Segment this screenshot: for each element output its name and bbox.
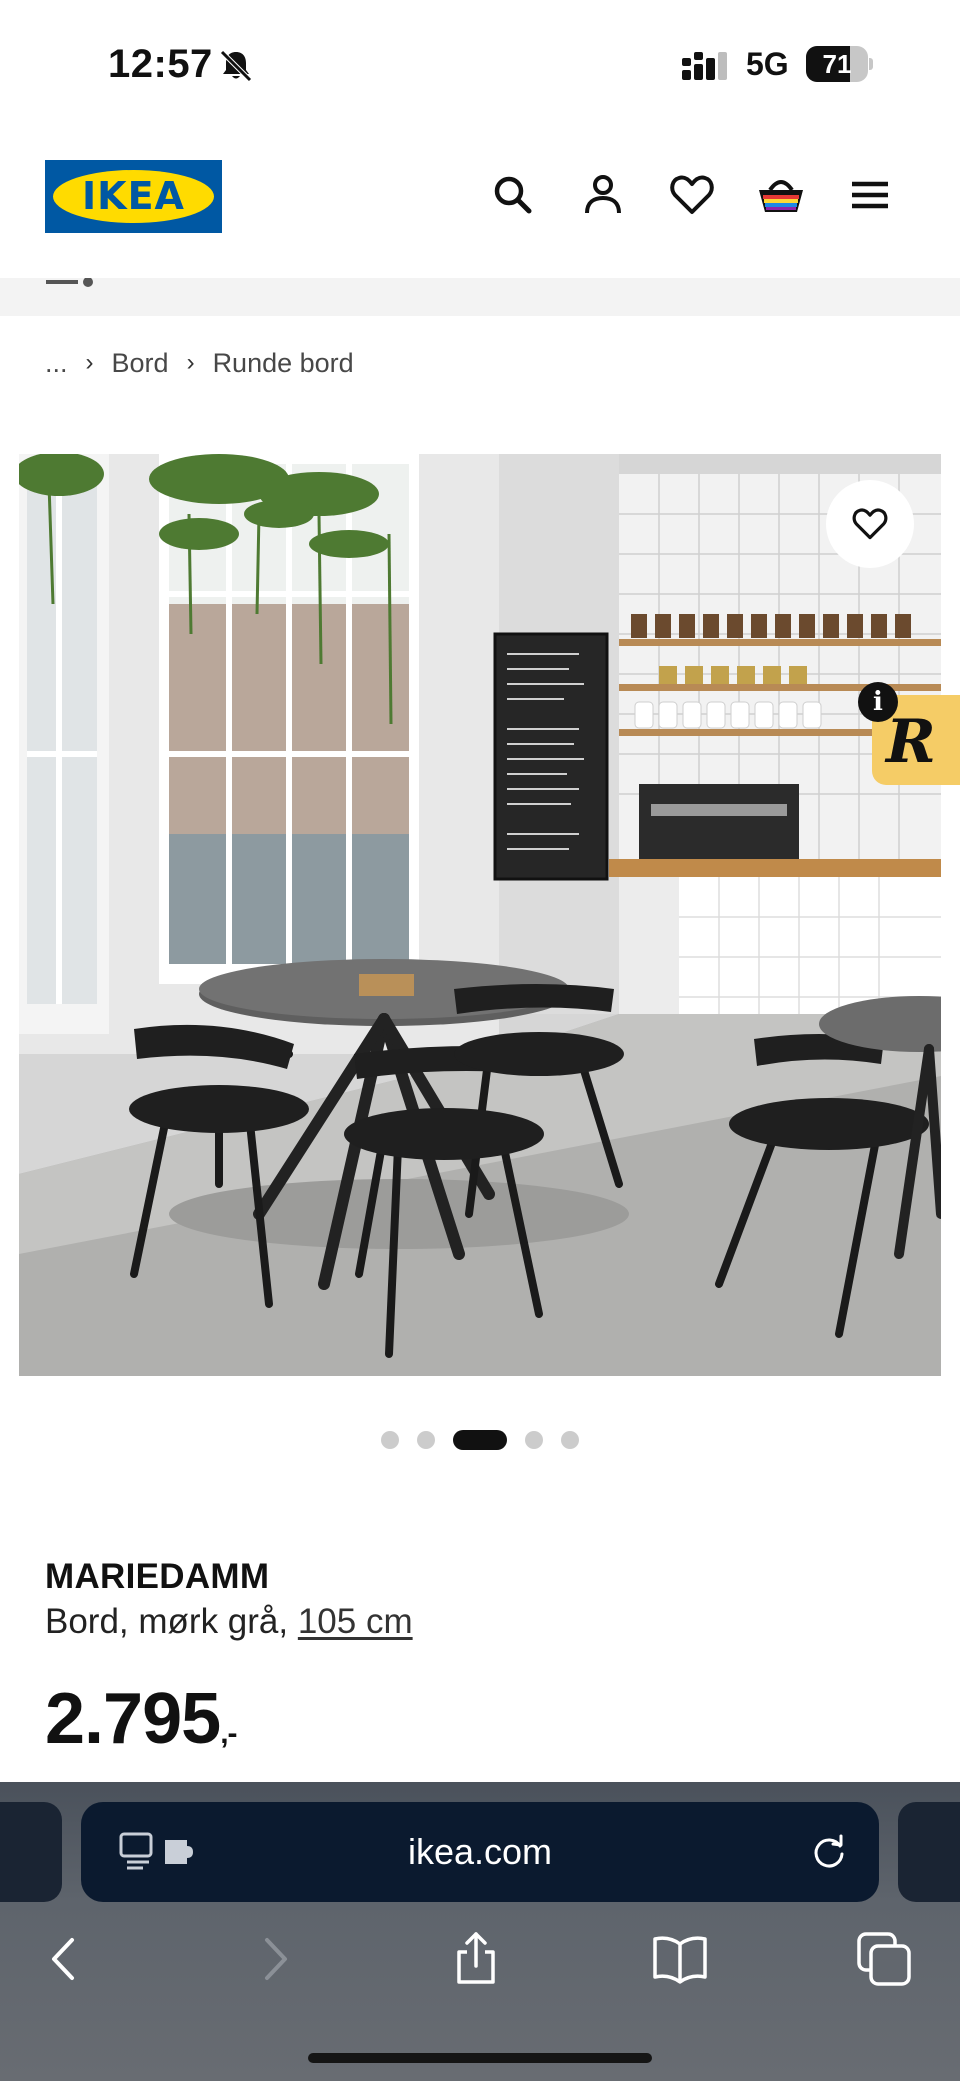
header-divider-strip bbox=[0, 278, 960, 316]
url-text: ikea.com bbox=[407, 1831, 553, 1872]
share-icon[interactable] bbox=[447, 1930, 505, 1988]
carousel-dot[interactable] bbox=[561, 1431, 579, 1449]
bell-slash-icon bbox=[220, 50, 252, 82]
battery-indicator: 71 bbox=[806, 46, 873, 82]
breadcrumb-item-runde-bord[interactable]: Runde bord bbox=[213, 348, 354, 379]
browser-toolbar: ikea.com bbox=[0, 1782, 960, 2081]
product-price: 2.795,- bbox=[45, 1678, 238, 1760]
previous-tab-preview[interactable] bbox=[0, 1802, 62, 1902]
carousel-dot-active[interactable] bbox=[453, 1430, 507, 1450]
reload-icon[interactable] bbox=[809, 1832, 849, 1872]
store-icon bbox=[46, 278, 93, 287]
status-bar: 12:57 5G 71 bbox=[0, 0, 960, 130]
heart-icon bbox=[852, 508, 888, 540]
next-tab-preview[interactable] bbox=[898, 1802, 960, 1902]
price-value: 2.795 bbox=[45, 1679, 221, 1759]
site-header: IKEA bbox=[0, 130, 960, 278]
product-description: Bord, mørk grå, 105 cm bbox=[45, 1602, 413, 1642]
chevron-right-icon: › bbox=[85, 349, 94, 376]
logo-text: IKEA bbox=[82, 174, 185, 218]
extension-badge-letter: R bbox=[886, 707, 936, 777]
info-icon[interactable]: i bbox=[858, 682, 898, 722]
tabs-icon[interactable] bbox=[855, 1930, 913, 1988]
product-image[interactable] bbox=[19, 454, 941, 1376]
breadcrumb-ellipsis[interactable]: ... bbox=[45, 348, 68, 379]
breadcrumb: ... › Bord › Runde bord bbox=[45, 343, 354, 383]
bookmarks-icon[interactable] bbox=[651, 1930, 709, 1988]
price-suffix: ,- bbox=[220, 1717, 237, 1750]
carousel-dot[interactable] bbox=[525, 1431, 543, 1449]
product-description-text: Bord, mørk grå, bbox=[45, 1602, 289, 1641]
profile-icon[interactable] bbox=[578, 170, 628, 220]
home-indicator bbox=[308, 2053, 652, 2063]
status-time: 12:57 bbox=[108, 42, 213, 86]
product-name: MARIEDAMM bbox=[45, 1557, 270, 1596]
breadcrumb-item-bord[interactable]: Bord bbox=[112, 348, 169, 379]
heart-icon[interactable] bbox=[667, 170, 717, 220]
favorite-button[interactable] bbox=[826, 480, 914, 568]
menu-icon[interactable] bbox=[845, 170, 895, 220]
chevron-right-icon: › bbox=[186, 349, 195, 376]
search-icon[interactable] bbox=[488, 170, 538, 220]
network-label: 5G bbox=[746, 46, 789, 82]
forward-icon[interactable] bbox=[245, 1930, 303, 1988]
basket-icon[interactable] bbox=[756, 170, 806, 220]
battery-level: 71 bbox=[822, 49, 852, 79]
back-icon[interactable] bbox=[36, 1930, 94, 1988]
ikea-logo[interactable]: IKEA bbox=[45, 160, 222, 233]
signal-icon bbox=[682, 52, 727, 80]
carousel-dots[interactable] bbox=[0, 1429, 960, 1450]
address-bar[interactable]: ikea.com bbox=[81, 1802, 879, 1902]
carousel-dot[interactable] bbox=[381, 1431, 399, 1449]
product-size-link[interactable]: 105 cm bbox=[298, 1602, 413, 1641]
carousel-dot[interactable] bbox=[417, 1431, 435, 1449]
